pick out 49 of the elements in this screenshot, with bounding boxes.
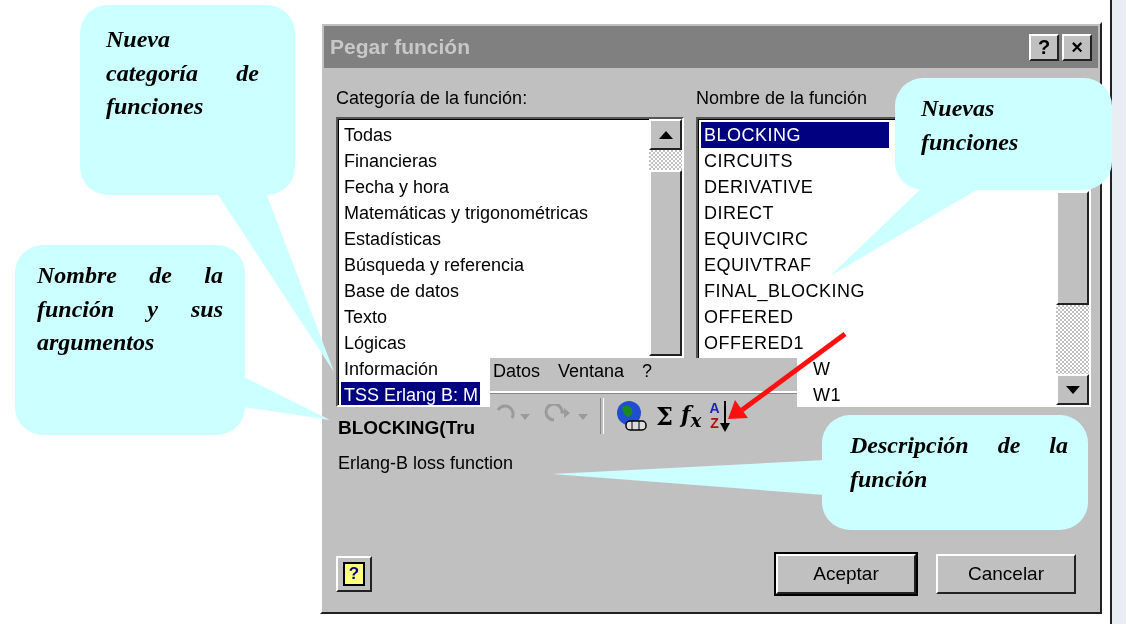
callout-text: Descripción de la función	[850, 431, 1068, 494]
function-button[interactable]: f$_{x}$	[678, 401, 704, 432]
function-item[interactable]: DIRECT	[701, 200, 889, 226]
menu-item[interactable]: Ventana	[558, 361, 625, 391]
down-arrow-icon	[719, 399, 730, 434]
scrollbar-thumb[interactable]	[1056, 191, 1089, 305]
scroll-up-button[interactable]	[649, 119, 682, 150]
category-item[interactable]: Base de datos	[341, 278, 462, 304]
callout-text: Nuevas funciones	[921, 94, 1020, 157]
up-arrow-icon	[658, 130, 673, 139]
category-item[interactable]: Todas	[341, 122, 395, 148]
category-item[interactable]: Información	[341, 356, 441, 382]
function-item[interactable]: W	[811, 356, 889, 382]
sum-button[interactable]: Σ	[654, 401, 675, 431]
function-item[interactable]: EQUIVTRAF	[701, 252, 889, 278]
category-item[interactable]: Búsqueda y referencia	[341, 252, 527, 278]
function-item[interactable]: CIRCUITS	[701, 148, 889, 174]
category-item[interactable]: Fecha y hora	[341, 174, 452, 200]
category-item[interactable]: Matemáticas y trigonométricas	[341, 200, 591, 226]
scrollbar-thumb[interactable]	[649, 170, 682, 356]
menu-item[interactable]: Datos	[493, 361, 541, 391]
function-item[interactable]: DERIVATIVE	[701, 174, 889, 200]
sort-button[interactable]: A Z	[707, 399, 732, 434]
cancel-button[interactable]: Cancelar	[936, 554, 1076, 594]
function-item[interactable]: BLOCKING	[701, 122, 889, 148]
down-arrow-icon	[1065, 385, 1080, 394]
close-button[interactable]: ×	[1062, 33, 1092, 61]
category-item[interactable]: TSS Erlang B: M	[341, 382, 481, 405]
accept-button[interactable]: Aceptar	[776, 554, 916, 594]
callout-text: Nombre de la función y sus argumentos	[37, 261, 223, 358]
scroll-down-button[interactable]	[1056, 374, 1089, 405]
function-label: Nombre de la función	[696, 88, 868, 109]
function-description: Erlang-B loss function	[338, 453, 514, 474]
category-item[interactable]: Lógicas	[341, 330, 409, 356]
function-syntax: BLOCKING(Tru	[338, 417, 476, 439]
function-item[interactable]: FINAL_BLOCKING	[701, 278, 889, 304]
category-item[interactable]: Financieras	[341, 148, 440, 174]
menu-item[interactable]: ?	[642, 361, 653, 391]
category-label: Categoría de la función:	[336, 88, 529, 109]
callout-text: Nueva categoría de funciones	[106, 25, 259, 122]
help-button[interactable]: ?	[336, 556, 372, 592]
category-item[interactable]: Estadísticas	[341, 226, 444, 252]
function-item[interactable]: W1	[811, 382, 889, 405]
window-title: Pegar función	[330, 35, 471, 59]
scrollbar-track	[649, 150, 682, 170]
category-item[interactable]: Texto	[341, 304, 390, 330]
function-item[interactable]: OFFERED	[701, 304, 889, 330]
function-item[interactable]: OFFERED1	[701, 330, 889, 356]
help-button[interactable]: ?	[1029, 33, 1059, 61]
